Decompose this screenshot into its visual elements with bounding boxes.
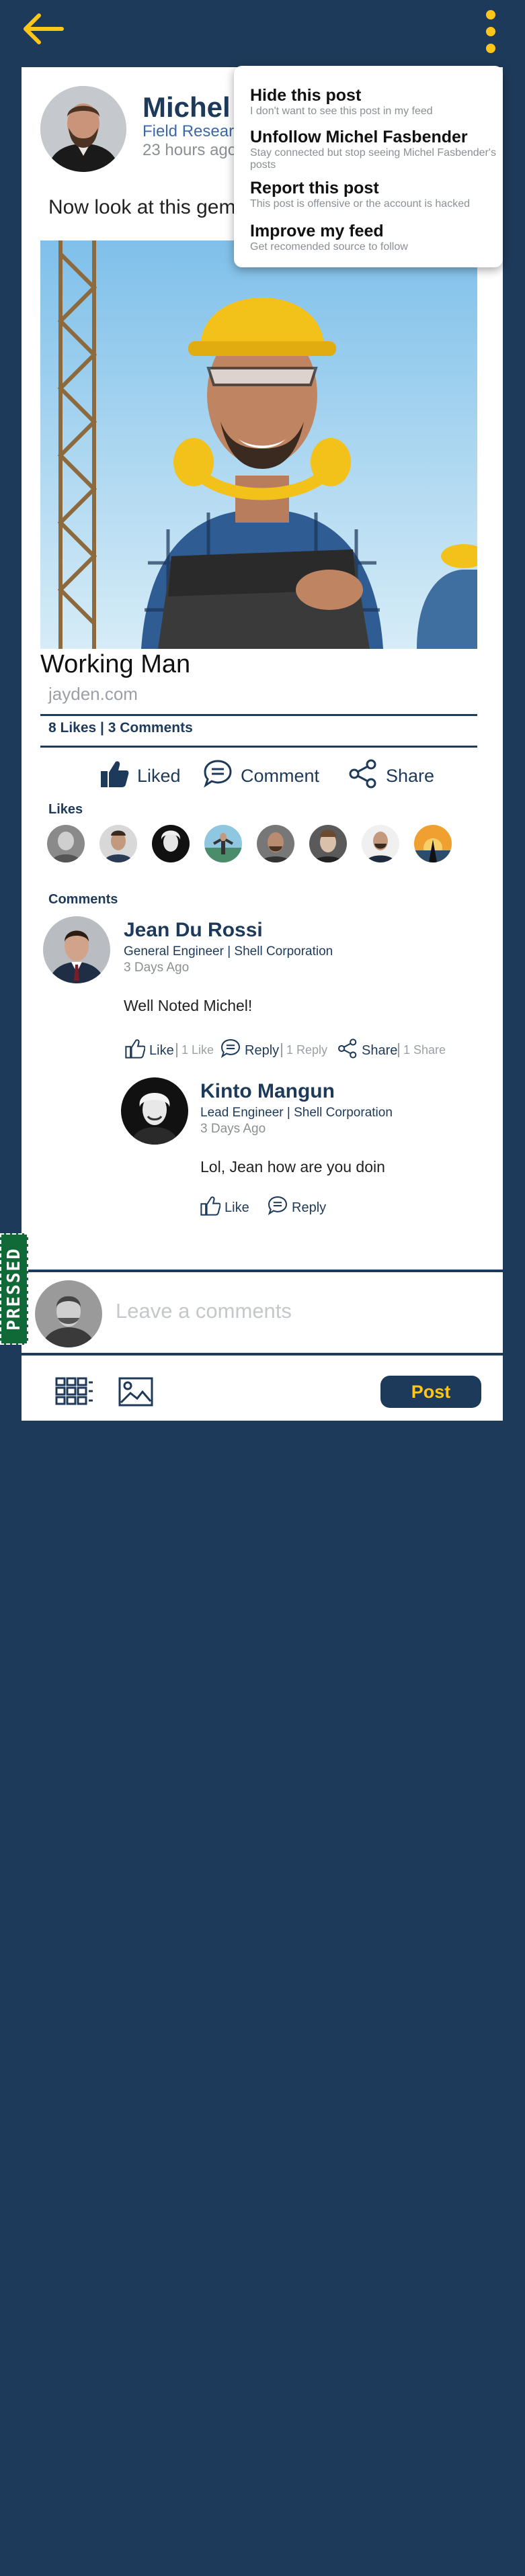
- link-url[interactable]: jayden.com: [48, 684, 138, 705]
- likes-label: Likes: [48, 802, 83, 817]
- comment-composer: [22, 1270, 503, 1356]
- share-label: Share: [362, 1042, 398, 1058]
- comment-bubble-icon: [220, 1038, 241, 1063]
- menu-item-hide-post[interactable]: Hide this post I don't want to see this …: [250, 86, 499, 118]
- reply-count: 1 Reply: [281, 1043, 327, 1057]
- grid-icon[interactable]: [55, 1377, 94, 1405]
- commenter-avatar[interactable]: [43, 916, 110, 983]
- liker-avatar[interactable]: [309, 825, 347, 862]
- reply-label: Reply: [292, 1200, 327, 1215]
- thumbs-up-icon: [125, 1038, 146, 1063]
- divider: [40, 746, 477, 748]
- comment-input[interactable]: [116, 1292, 479, 1330]
- post-options-menu: Hide this post I don't want to see this …: [234, 66, 503, 267]
- share-label: Share: [386, 765, 435, 786]
- like-count: 1 Like: [176, 1043, 214, 1057]
- comment-button[interactable]: Comment: [203, 759, 319, 793]
- back-arrow-icon[interactable]: [20, 12, 65, 46]
- menu-item-desc: Get recomended source to follow: [250, 241, 408, 253]
- like-label: Like: [149, 1042, 174, 1058]
- post-image[interactable]: [40, 240, 477, 649]
- post-stats[interactable]: 8 Likes | 3 Comments: [48, 720, 193, 736]
- menu-item-desc: This post is offensive or the account is…: [250, 198, 470, 210]
- current-user-avatar: [35, 1280, 102, 1347]
- menu-item-improve-feed[interactable]: Improve my feed Get recomended source to…: [250, 222, 499, 253]
- menu-item-desc: Stay connected but stop seeing Michel Fa…: [250, 147, 496, 171]
- post-time: 23 hours ago: [143, 141, 237, 159]
- comment-time: 3 Days Ago: [124, 961, 190, 975]
- menu-item-report-post[interactable]: Report this post This post is offensive …: [250, 179, 499, 210]
- reply-label: Reply: [245, 1042, 280, 1058]
- comment-label: Comment: [241, 765, 320, 786]
- pressed-label: PRESSED: [0, 1233, 28, 1345]
- liker-avatar[interactable]: [257, 825, 294, 862]
- comment-time: 3 Days Ago: [200, 1122, 266, 1136]
- post-button[interactable]: Post: [380, 1376, 481, 1408]
- liker-avatar[interactable]: [204, 825, 242, 862]
- comment-like-button[interactable]: Like: [200, 1196, 249, 1220]
- commenter-name[interactable]: Jean Du Rossi: [124, 919, 263, 942]
- menu-item-title: Hide this post: [250, 86, 362, 105]
- liked-label: Liked: [137, 765, 181, 786]
- share-icon: [348, 759, 378, 793]
- share-button[interactable]: Share: [348, 759, 434, 793]
- author-avatar[interactable]: [40, 86, 126, 172]
- menu-item-title: Unfollow Michel Fasbender: [250, 128, 468, 146]
- commenter-name[interactable]: Kinto Mangun: [200, 1080, 335, 1103]
- more-vertical-icon[interactable]: [479, 8, 503, 55]
- comment-reply-button[interactable]: Reply: [220, 1038, 279, 1063]
- liked-button[interactable]: Liked: [99, 759, 181, 793]
- like-label: Like: [225, 1200, 249, 1215]
- comments-label: Comments: [48, 892, 118, 907]
- image-icon[interactable]: [118, 1377, 153, 1407]
- liker-avatar[interactable]: [414, 825, 452, 862]
- share-icon: [337, 1038, 358, 1063]
- comment-like-button[interactable]: Like: [125, 1038, 174, 1063]
- comment-share-button[interactable]: Share: [337, 1038, 397, 1063]
- pressed-badge: PRESSED: [0, 1233, 28, 1345]
- menu-item-desc: I don't want to see this post in my feed: [250, 105, 433, 117]
- liker-avatar[interactable]: [47, 825, 85, 862]
- menu-item-unfollow[interactable]: Unfollow Michel Fasbender Stay connected…: [250, 128, 499, 171]
- liker-avatar[interactable]: [152, 825, 190, 862]
- top-bar: [0, 0, 525, 60]
- menu-item-title: Report this post: [250, 179, 379, 197]
- comment-text: Well Noted Michel!: [124, 997, 253, 1014]
- comment-bubble-icon: [268, 1196, 288, 1220]
- comment-reply-button[interactable]: Reply: [268, 1196, 326, 1220]
- comment-bubble-icon: [203, 759, 233, 793]
- liker-avatar[interactable]: [362, 825, 399, 862]
- menu-item-title: Improve my feed: [250, 222, 384, 240]
- link-title[interactable]: Working Man: [40, 650, 190, 679]
- commenter-role: Lead Engineer | Shell Corporation: [200, 1106, 393, 1120]
- post-card: Michel Fasbender Field Research 23 hours…: [22, 67, 503, 1421]
- commenter-role: General Engineer | Shell Corporation: [124, 944, 333, 959]
- comment-text: Lol, Jean how are you doin: [200, 1158, 385, 1175]
- share-count: 1 Share: [398, 1043, 446, 1057]
- divider: [40, 714, 477, 716]
- commenter-avatar[interactable]: [121, 1077, 188, 1145]
- thumbs-up-icon: [200, 1196, 221, 1220]
- thumbs-up-icon: [99, 759, 129, 793]
- liker-avatar[interactable]: [99, 825, 137, 862]
